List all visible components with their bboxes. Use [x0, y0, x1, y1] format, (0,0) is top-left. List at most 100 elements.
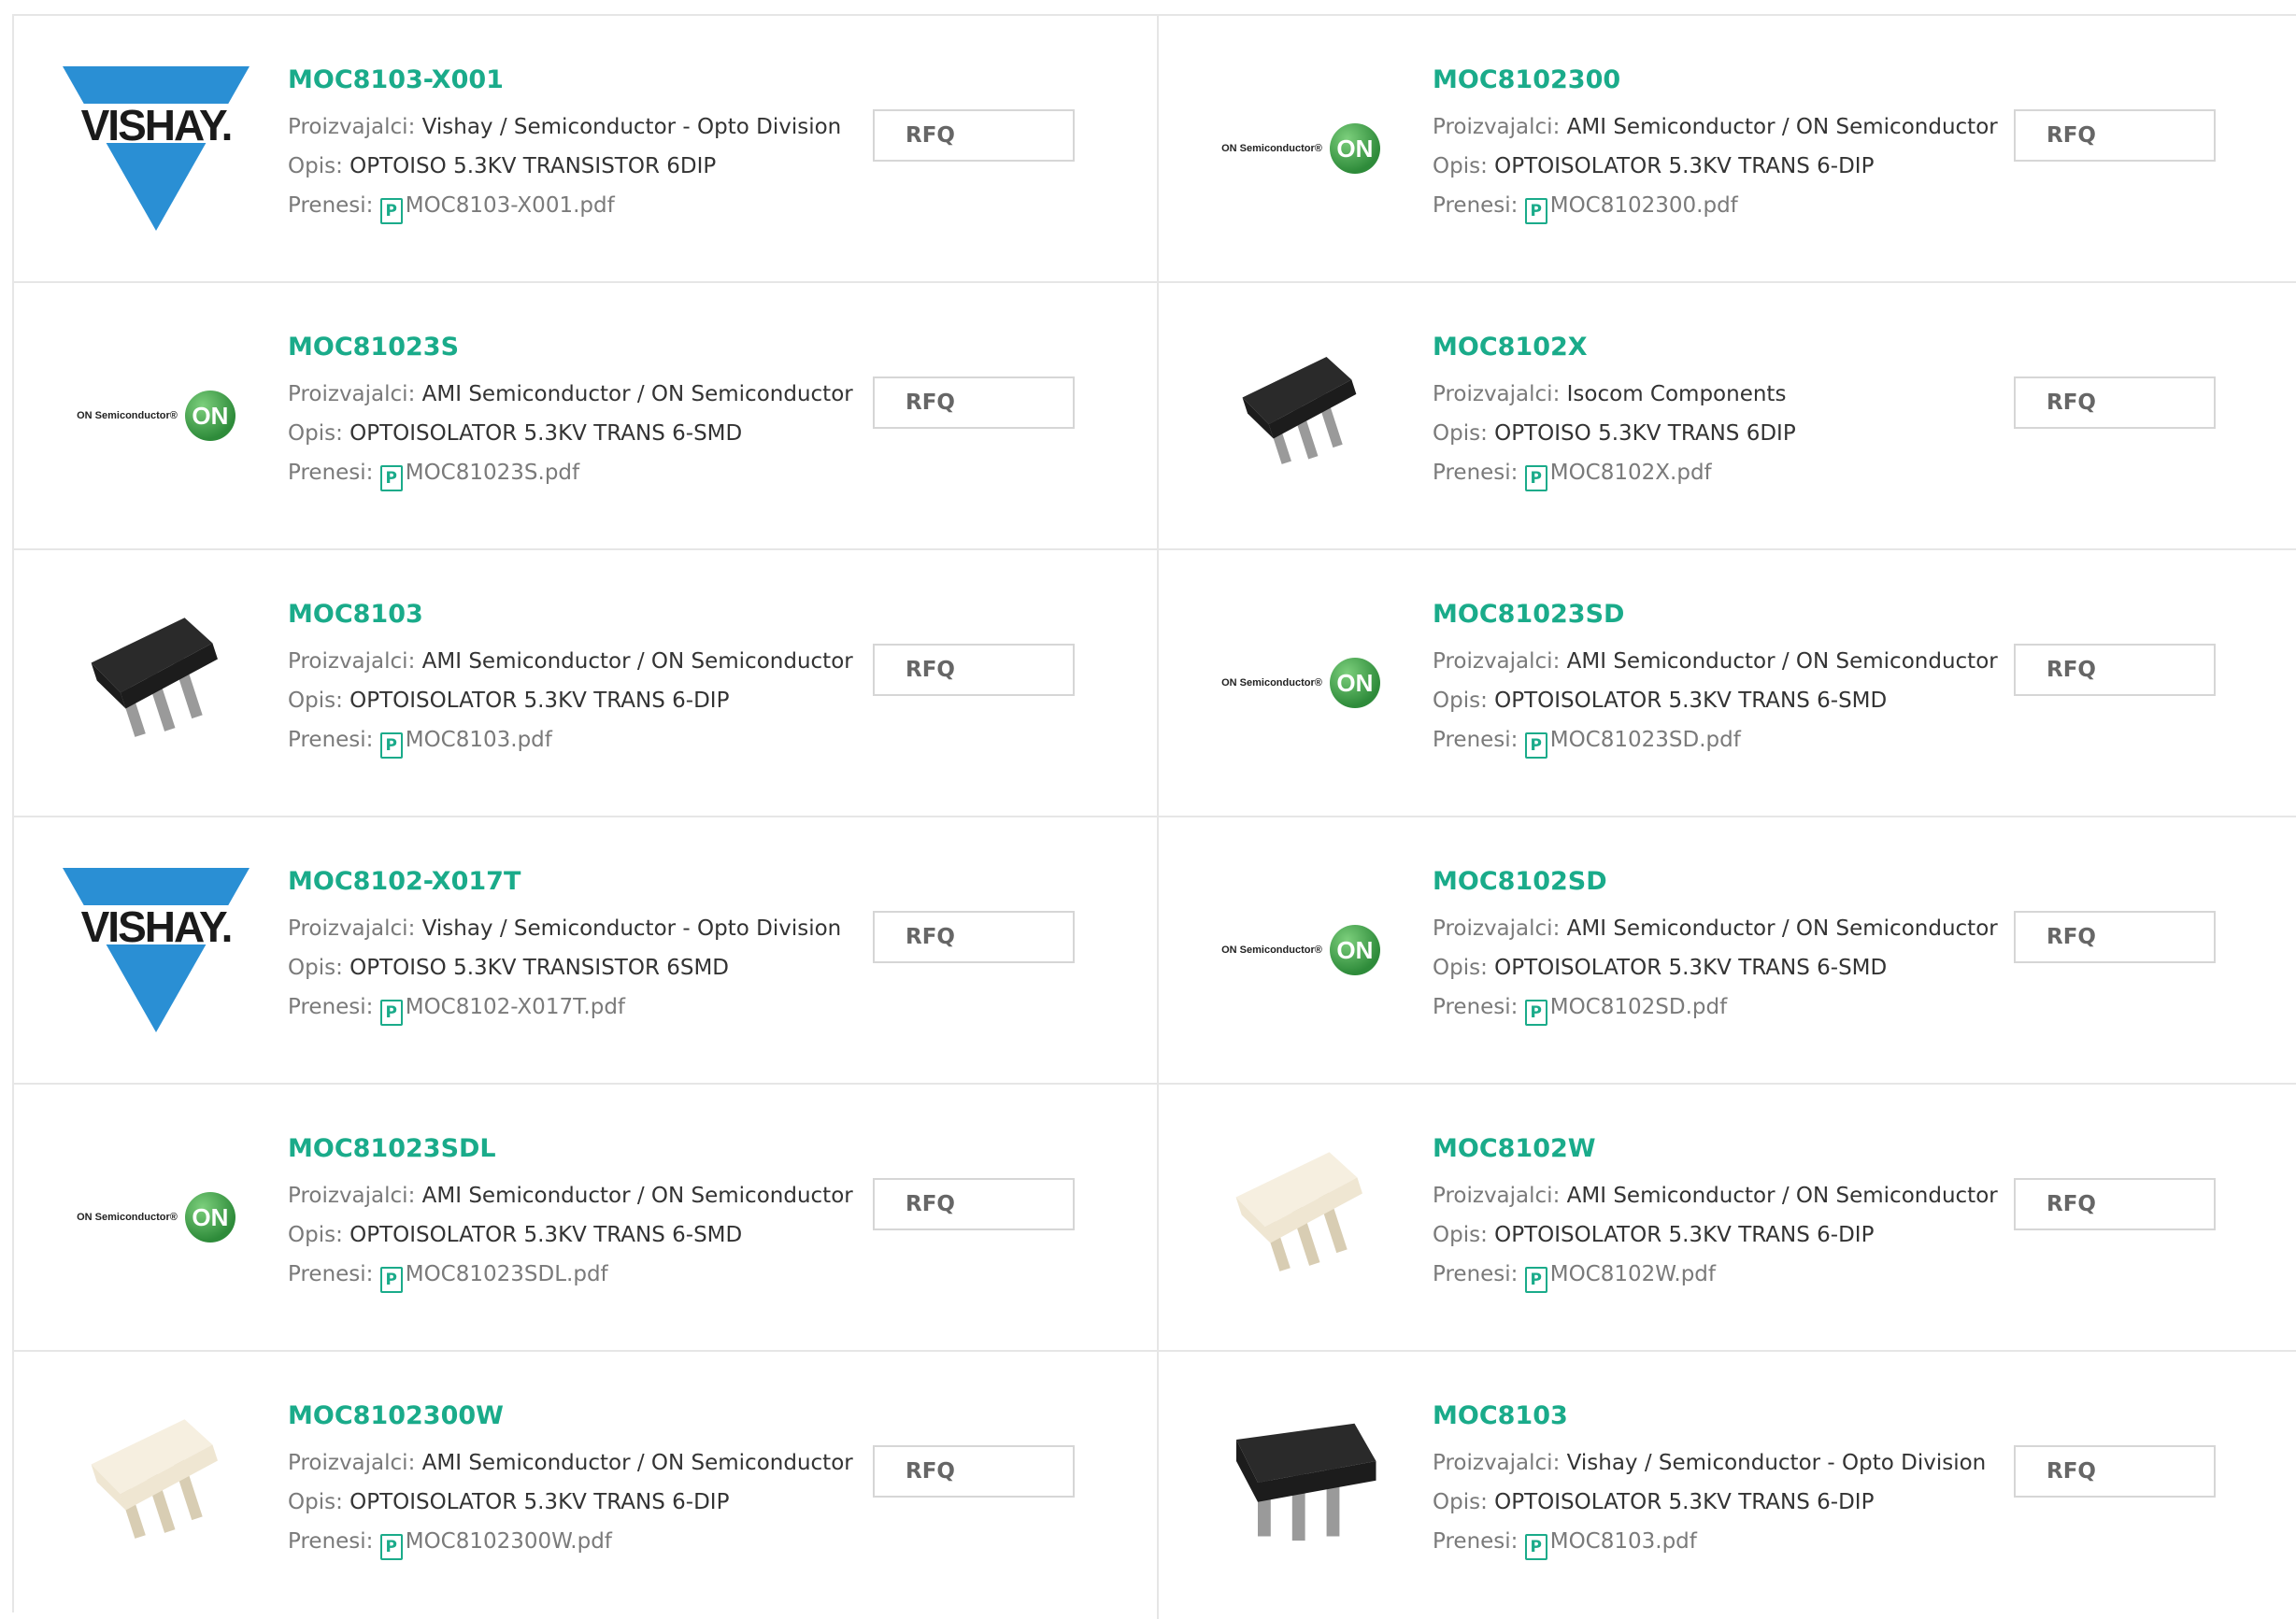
manufacturer-row: Proizvajalci: Vishay / Semiconductor - O…: [288, 909, 841, 948]
product-thumbnail[interactable]: [1204, 322, 1398, 509]
product-title-link[interactable]: MOC8102-X017T: [288, 866, 841, 898]
description-label: Opis:: [1433, 689, 1488, 713]
datasheet-link[interactable]: P MOC8102X.pdf: [1524, 461, 1712, 491]
product-card: MOC8102X Proizvajalci: Isocom Components…: [1159, 283, 2296, 550]
pdf-icon: P: [1524, 732, 1547, 759]
download-row: Prenesi: P MOC8103.pdf: [1433, 1522, 1986, 1561]
datasheet-link[interactable]: P MOC8102W.pdf: [1524, 1262, 1716, 1293]
manufacturer-value: Vishay / Semiconductor - Opto Division: [1566, 1451, 1987, 1475]
on-semiconductor-logo: ON Semiconductor® ON: [1221, 925, 1380, 975]
download-row: Prenesi: P MOC8102300W.pdf: [288, 1522, 853, 1561]
datasheet-link[interactable]: P MOC8102SD.pdf: [1524, 995, 1728, 1026]
description-value: OPTOISOLATOR 5.3KV TRANS 6-SMD: [1494, 689, 1888, 713]
description-label: Opis:: [1433, 1490, 1488, 1514]
manufacturer-value: AMI Semiconductor / ON Semiconductor: [421, 1184, 853, 1208]
product-title-link[interactable]: MOC81023S: [288, 332, 853, 363]
datasheet-link[interactable]: P MOC81023SD.pdf: [1524, 728, 1741, 759]
manufacturer-row: Proizvajalci: AMI Semiconductor / ON Sem…: [288, 1176, 853, 1215]
manufacturer-label: Proizvajalci:: [1433, 916, 1561, 941]
product-title-link[interactable]: MOC8102300W: [288, 1400, 853, 1432]
product-title-link[interactable]: MOC81023SD: [1433, 599, 1998, 631]
rfq-button[interactable]: RFQ: [873, 109, 1075, 162]
product-title-link[interactable]: MOC8103: [288, 599, 853, 631]
product-image: [1193, 1375, 1408, 1594]
on-semiconductor-logo: ON Semiconductor® ON: [1221, 123, 1380, 174]
download-label: Prenesi:: [288, 1529, 374, 1554]
on-semiconductor-logo: ON Semiconductor® ON: [77, 391, 235, 441]
rfq-button[interactable]: RFQ: [873, 376, 1075, 429]
product-card: ON Semiconductor® ON MOC8102300 Proizvaj…: [1159, 16, 2296, 283]
rfq-button[interactable]: RFQ: [2014, 376, 2216, 429]
product-info: MOC8102300W Proizvajalci: AMI Semiconduc…: [288, 1400, 853, 1561]
datasheet-filename: MOC81023SD.pdf: [1549, 728, 1741, 752]
description-label: Opis:: [288, 1490, 343, 1514]
rfq-button[interactable]: RFQ: [873, 1445, 1075, 1498]
product-title-link[interactable]: MOC8102W: [1433, 1133, 1998, 1165]
datasheet-filename: MOC8102SD.pdf: [1549, 995, 1728, 1019]
pdf-icon: P: [379, 1267, 403, 1293]
product-card: VISHAY. MOC8103-X001 Proizvajalci: Visha…: [14, 16, 1159, 283]
product-thumbnail[interactable]: [59, 1391, 253, 1578]
product-title-link[interactable]: MOC8102300: [1433, 64, 1998, 96]
manufacturer-row: Proizvajalci: AMI Semiconductor / ON Sem…: [1433, 909, 1998, 948]
rfq-button[interactable]: RFQ: [2014, 911, 2216, 963]
vishay-logo: VISHAY.: [63, 868, 250, 1032]
rfq-button[interactable]: RFQ: [873, 911, 1075, 963]
on-logo-circle: ON: [1329, 925, 1380, 975]
product-title-link[interactable]: MOC8103-X001: [288, 64, 841, 96]
product-thumbnail[interactable]: ON Semiconductor® ON: [59, 322, 253, 509]
product-info: MOC81023SD Proizvajalci: AMI Semiconduct…: [1433, 599, 1998, 760]
manufacturer-label: Proizvajalci:: [1433, 1184, 1561, 1208]
pdf-icon: P: [1524, 1000, 1547, 1026]
product-thumbnail[interactable]: VISHAY.: [59, 55, 253, 242]
datasheet-link[interactable]: P MOC8103.pdf: [1524, 1529, 1697, 1560]
product-thumbnail[interactable]: [59, 589, 253, 776]
download-label: Prenesi:: [1433, 995, 1519, 1019]
manufacturer-value: AMI Semiconductor / ON Semiconductor: [421, 382, 853, 406]
manufacturer-value: AMI Semiconductor / ON Semiconductor: [1566, 1184, 1998, 1208]
datasheet-link[interactable]: P MOC8103-X001.pdf: [379, 193, 615, 224]
product-title-link[interactable]: MOC81023SDL: [288, 1133, 853, 1165]
download-label: Prenesi:: [288, 461, 374, 485]
rfq-button[interactable]: RFQ: [2014, 1178, 2216, 1230]
rfq-button[interactable]: RFQ: [2014, 109, 2216, 162]
download-row: Prenesi: P MOC8102W.pdf: [1433, 1255, 1998, 1294]
rfq-button[interactable]: RFQ: [873, 1178, 1075, 1230]
product-thumbnail[interactable]: ON Semiconductor® ON: [1204, 55, 1398, 242]
product-title-link[interactable]: MOC8102X: [1433, 332, 1796, 363]
download-row: Prenesi: P MOC81023S.pdf: [288, 453, 853, 492]
product-thumbnail[interactable]: ON Semiconductor® ON: [59, 1124, 253, 1311]
datasheet-link[interactable]: P MOC81023SDL.pdf: [379, 1262, 608, 1293]
product-thumbnail[interactable]: VISHAY.: [59, 857, 253, 1044]
datasheet-link[interactable]: P MOC8102300W.pdf: [379, 1529, 612, 1560]
description-label: Opis:: [288, 956, 343, 980]
on-logo-circle: ON: [184, 391, 235, 441]
description-value: OPTOISO 5.3KV TRANS 6DIP: [1494, 421, 1796, 446]
rfq-button[interactable]: RFQ: [2014, 644, 2216, 696]
product-thumbnail[interactable]: [1204, 1391, 1398, 1578]
product-thumbnail[interactable]: ON Semiconductor® ON: [1204, 589, 1398, 776]
download-row: Prenesi: P MOC8102300.pdf: [1433, 186, 1998, 225]
rfq-button[interactable]: RFQ: [2014, 1445, 2216, 1498]
on-semiconductor-logo-text: ON Semiconductor®: [1221, 143, 1322, 154]
description-row: Opis: OPTOISOLATOR 5.3KV TRANS 6-DIP: [1433, 147, 1998, 186]
description-label: Opis:: [1433, 1223, 1488, 1247]
product-thumbnail[interactable]: ON Semiconductor® ON: [1204, 857, 1398, 1044]
datasheet-link[interactable]: P MOC8102300.pdf: [1524, 193, 1738, 224]
on-logo-circle: ON: [184, 1192, 235, 1243]
product-title-link[interactable]: MOC8102SD: [1433, 866, 1998, 898]
datasheet-link[interactable]: P MOC8102-X017T.pdf: [379, 995, 625, 1026]
download-row: Prenesi: P MOC8102-X017T.pdf: [288, 987, 841, 1027]
on-semiconductor-logo: ON Semiconductor® ON: [1221, 658, 1380, 708]
manufacturer-row: Proizvajalci: AMI Semiconductor / ON Sem…: [1433, 642, 1998, 681]
datasheet-link[interactable]: P MOC8103.pdf: [379, 728, 552, 759]
product-info: MOC8103 Proizvajalci: Vishay / Semicondu…: [1433, 1400, 1986, 1561]
rfq-button[interactable]: RFQ: [873, 644, 1075, 696]
pdf-icon: P: [379, 465, 403, 491]
datasheet-link[interactable]: P MOC81023S.pdf: [379, 461, 579, 491]
manufacturer-value: AMI Semiconductor / ON Semiconductor: [421, 649, 853, 674]
product-title-link[interactable]: MOC8103: [1433, 1400, 1986, 1432]
product-card: ON Semiconductor® ON MOC81023S Proizvaja…: [14, 283, 1159, 550]
description-value: OPTOISOLATOR 5.3KV TRANS 6-DIP: [1494, 1490, 1875, 1514]
product-thumbnail[interactable]: [1204, 1124, 1398, 1311]
